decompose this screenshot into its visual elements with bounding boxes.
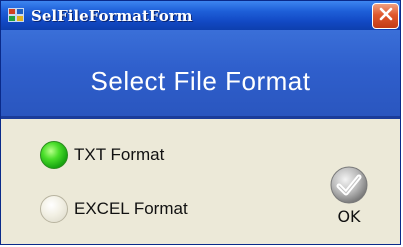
radio-unselected-indicator[interactable]: [40, 195, 68, 223]
checkmark-icon: [329, 165, 369, 205]
ok-button[interactable]: OK: [323, 163, 375, 229]
dialog-window: SelFileFormatForm Select File Format TXT…: [0, 0, 401, 245]
app-icon: [8, 8, 24, 22]
close-icon: [379, 7, 393, 26]
radio-option-excel[interactable]: EXCEL Format: [40, 195, 188, 223]
title-bar[interactable]: SelFileFormatForm: [1, 1, 400, 30]
radio-option-txt[interactable]: TXT Format: [40, 141, 164, 169]
radio-selected-indicator[interactable]: [40, 141, 68, 169]
header-title: Select File Format: [90, 66, 311, 96]
option-label-excel: EXCEL Format: [74, 199, 188, 218]
header-band: Select File Format: [1, 30, 400, 119]
window-title: SelFileFormatForm: [31, 7, 193, 25]
ok-button-label: OK: [337, 207, 361, 226]
option-label-txt: TXT Format: [74, 145, 165, 164]
close-button[interactable]: [372, 3, 399, 29]
